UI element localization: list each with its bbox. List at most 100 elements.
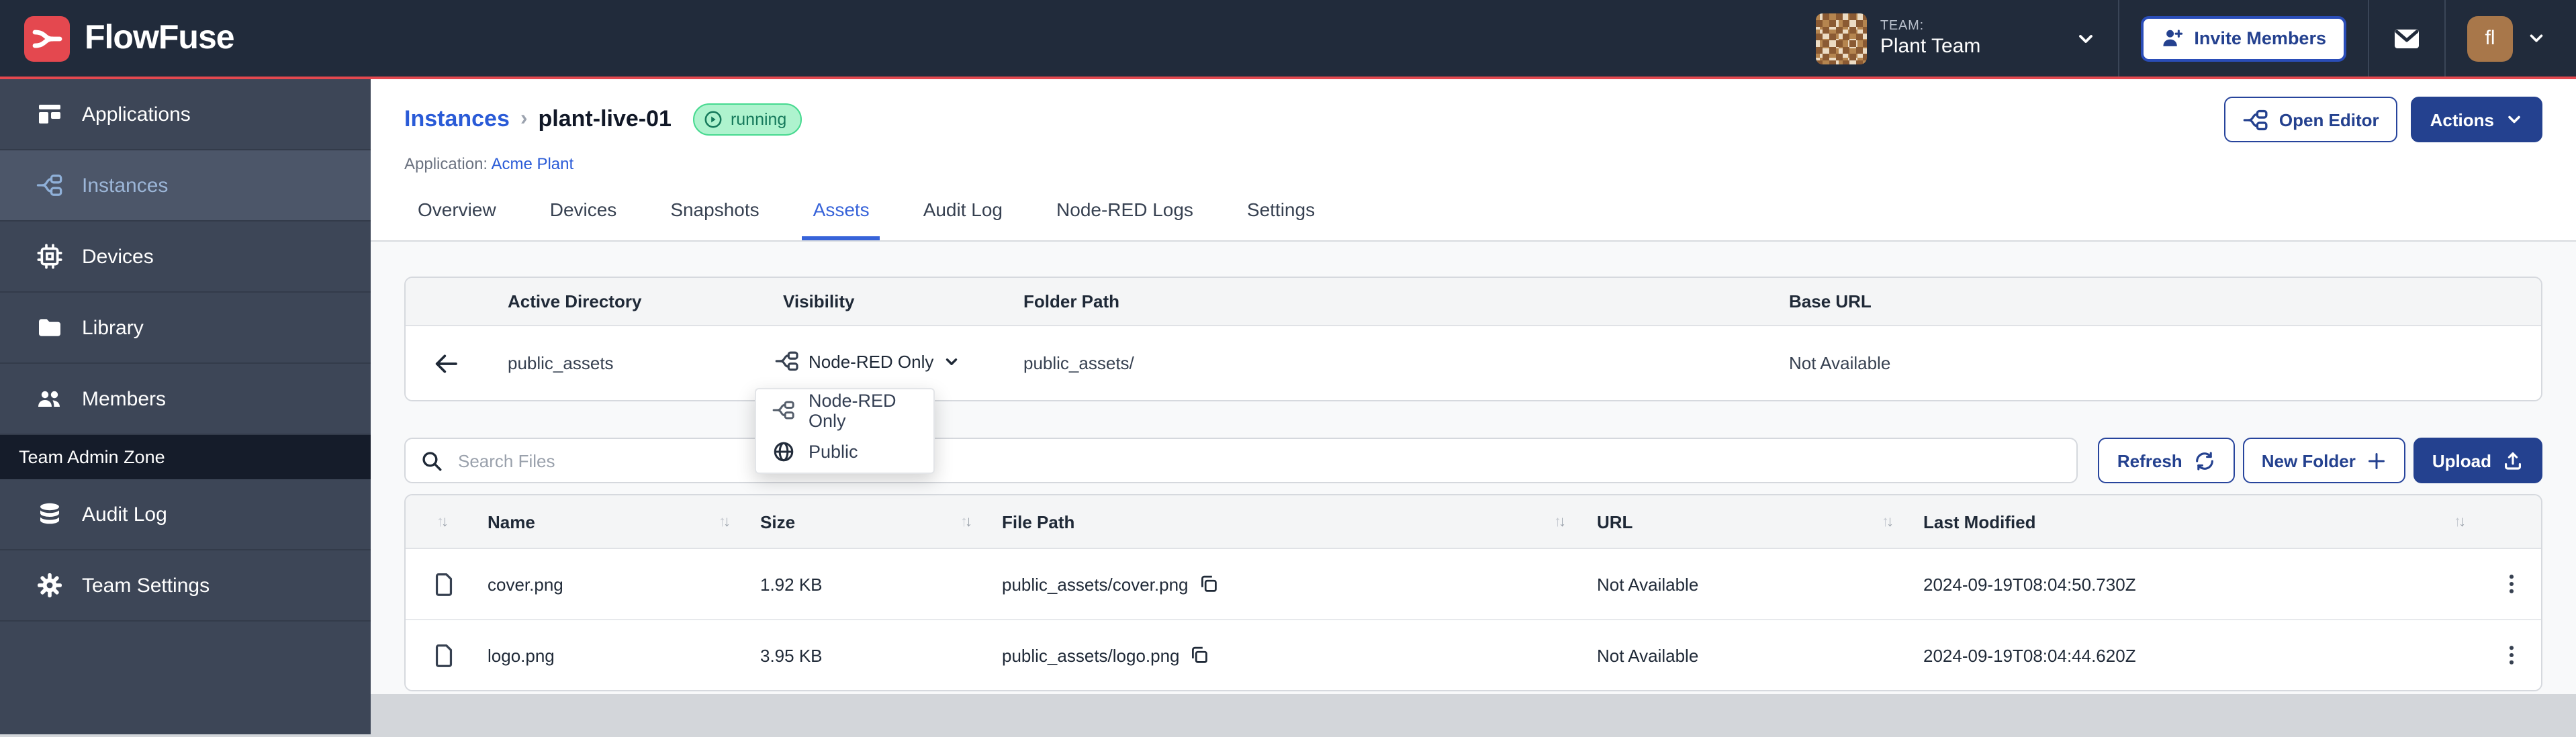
file-url: Not Available xyxy=(1597,574,1923,594)
team-selector[interactable]: TEAM: Plant Team xyxy=(1794,0,2118,77)
file-path: public_assets/cover.png xyxy=(1002,574,1189,594)
file-icon xyxy=(431,642,457,668)
user-avatar: fl xyxy=(2467,15,2513,61)
file-path: public_assets/logo.png xyxy=(1002,645,1180,665)
team-avatar xyxy=(1816,13,1867,64)
application-line: Application: Acme Plant xyxy=(404,154,2542,173)
chevron-down-icon xyxy=(2526,28,2546,48)
node-red-icon xyxy=(772,399,795,422)
files-table-header: ↑↓ Name ↑↓ Size ↑↓ File Path ↑↓ URL ↑↓ L… xyxy=(406,495,2541,549)
top-navbar: FlowFuse TEAM: Plant Team Invite Members xyxy=(0,0,2576,79)
invite-members-button[interactable]: Invite Members xyxy=(2140,15,2346,61)
file-name[interactable]: cover.png xyxy=(488,574,760,594)
sidebar: Applications Instances Devices Library M… xyxy=(0,79,371,734)
tab-assets[interactable]: Assets xyxy=(802,192,880,240)
visibility-dropdown-menu: Node-RED Only Public xyxy=(755,388,935,474)
chevron-down-icon xyxy=(2074,28,2096,49)
folder-icon xyxy=(36,314,63,341)
tab-bar: Overview Devices Snapshots Assets Audit … xyxy=(404,192,2542,240)
column-header-name: Name xyxy=(488,511,535,532)
open-editor-button[interactable]: Open Editor xyxy=(2224,97,2398,142)
column-header-active-directory: Active Directory xyxy=(481,291,756,311)
gear-icon xyxy=(36,572,63,599)
node-red-icon xyxy=(2243,107,2268,132)
file-size: 1.92 KB xyxy=(760,574,1002,594)
page-header: Instances › plant-live-01 running Open E… xyxy=(371,79,2576,242)
user-menu[interactable]: fl xyxy=(2446,0,2552,77)
node-red-icon xyxy=(775,349,799,373)
sidebar-item-applications[interactable]: Applications xyxy=(0,79,371,150)
application-link[interactable]: Acme Plant xyxy=(491,154,573,173)
files-table: ↑↓ Name ↑↓ Size ↑↓ File Path ↑↓ URL ↑↓ L… xyxy=(404,494,2542,691)
file-last-modified: 2024-09-19T08:04:44.620Z xyxy=(1923,645,2482,665)
sort-icon[interactable]: ↑↓ xyxy=(436,513,446,530)
page-title: plant-live-01 xyxy=(539,106,672,133)
file-name[interactable]: logo.png xyxy=(488,645,760,665)
column-header-folder-path: Folder Path xyxy=(997,291,1762,311)
new-folder-button[interactable]: New Folder xyxy=(2243,438,2405,483)
column-header-size: Size xyxy=(760,511,795,532)
table-row: logo.png 3.95 KB public_assets/logo.png … xyxy=(406,620,2541,690)
directory-row: public_assets Node-RED Only public_asset… xyxy=(406,326,2541,400)
sidebar-item-instances[interactable]: Instances xyxy=(0,150,371,222)
file-icon xyxy=(431,571,457,597)
user-plus-icon xyxy=(2160,27,2183,50)
sort-icon[interactable]: ↑↓ xyxy=(2454,513,2463,530)
assets-content: Active Directory Visibility Folder Path … xyxy=(371,242,2576,694)
users-icon xyxy=(36,385,63,412)
directory-name: public_assets xyxy=(481,353,756,373)
team-admin-zone-header: Team Admin Zone xyxy=(0,435,371,479)
flowfuse-logo[interactable]: FlowFuse xyxy=(24,15,234,61)
page-bottom-strip xyxy=(371,694,2576,734)
status-badge: running xyxy=(693,103,801,136)
sidebar-item-devices[interactable]: Devices xyxy=(0,222,371,293)
breadcrumb-instances-link[interactable]: Instances xyxy=(404,106,510,133)
team-label: TEAM: xyxy=(1880,19,1981,34)
dropdown-option-public[interactable]: Public xyxy=(756,431,933,473)
back-arrow-icon[interactable] xyxy=(432,350,459,377)
tab-settings[interactable]: Settings xyxy=(1236,192,1326,240)
tab-devices[interactable]: Devices xyxy=(539,192,628,240)
chip-icon xyxy=(36,243,63,270)
visibility-dropdown-trigger[interactable]: Node-RED Only xyxy=(756,349,960,373)
search-files-input[interactable] xyxy=(455,449,2062,472)
refresh-icon xyxy=(2193,449,2216,472)
upload-icon xyxy=(2502,450,2524,471)
sort-icon[interactable]: ↑↓ xyxy=(960,513,970,530)
sidebar-item-team-settings[interactable]: Team Settings xyxy=(0,550,371,622)
file-size: 3.95 KB xyxy=(760,645,1002,665)
file-url: Not Available xyxy=(1597,645,1923,665)
kebab-menu-icon[interactable] xyxy=(2499,572,2524,596)
tab-overview[interactable]: Overview xyxy=(407,192,507,240)
copy-icon[interactable] xyxy=(1189,644,1211,666)
base-url-value: Not Available xyxy=(1762,353,2541,373)
sidebar-item-members[interactable]: Members xyxy=(0,364,371,435)
plus-icon xyxy=(2366,450,2387,471)
upload-button[interactable]: Upload xyxy=(2413,438,2542,483)
mail-icon xyxy=(2391,22,2423,54)
tab-snapshots[interactable]: Snapshots xyxy=(659,192,770,240)
chevron-down-icon xyxy=(943,352,960,370)
sidebar-item-library[interactable]: Library xyxy=(0,293,371,364)
sidebar-item-audit-log[interactable]: Audit Log xyxy=(0,479,371,550)
notifications-button[interactable] xyxy=(2369,0,2444,77)
tab-audit-log[interactable]: Audit Log xyxy=(913,192,1013,240)
flowfuse-logo-icon xyxy=(24,15,70,61)
column-header-visibility: Visibility xyxy=(756,291,997,311)
dropdown-option-node-red-only[interactable]: Node-RED Only xyxy=(756,389,933,431)
instances-icon xyxy=(36,172,63,199)
actions-button[interactable]: Actions xyxy=(2411,97,2542,142)
sort-icon[interactable]: ↑↓ xyxy=(719,513,728,530)
sort-icon[interactable]: ↑↓ xyxy=(1882,513,1891,530)
kebab-menu-icon[interactable] xyxy=(2499,643,2524,667)
globe-icon xyxy=(772,440,795,463)
copy-icon[interactable] xyxy=(1198,573,1220,595)
search-icon xyxy=(420,449,443,472)
column-header-file-path: File Path xyxy=(1002,511,1074,532)
sort-icon[interactable]: ↑↓ xyxy=(1554,513,1563,530)
chevron-down-icon xyxy=(2505,110,2524,129)
refresh-button[interactable]: Refresh xyxy=(2099,438,2235,483)
tab-node-red-logs[interactable]: Node-RED Logs xyxy=(1046,192,1204,240)
brand-name: FlowFuse xyxy=(85,19,234,58)
search-files-box xyxy=(404,438,2078,483)
